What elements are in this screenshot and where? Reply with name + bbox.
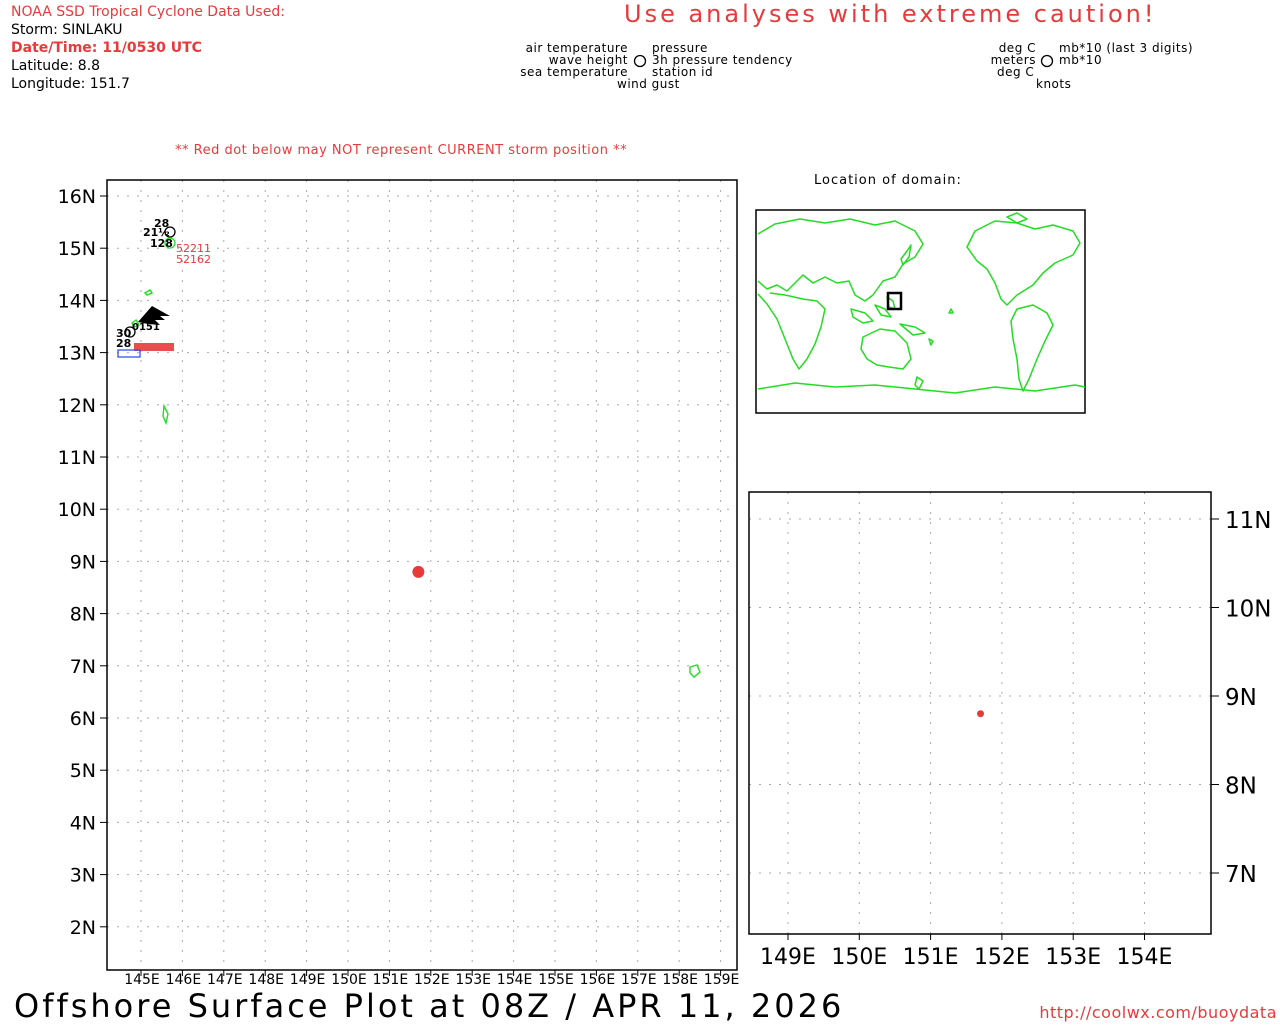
legend-unit-deg-c-bottom: deg C	[997, 65, 1035, 79]
lat-label: 4N	[70, 812, 96, 834]
station-value: 28	[116, 337, 131, 350]
station-id-label: 52162	[176, 253, 211, 266]
lat-label: 8N	[70, 604, 96, 626]
data-source-label: NOAA SSD Tropical Cyclone Data Used:	[11, 4, 285, 20]
storm-name: Storm: SINLAKU	[11, 22, 123, 38]
legend-station-circle-icon	[633, 54, 647, 68]
lon-label: 151E	[903, 945, 959, 970]
lat-label: 11N	[58, 447, 96, 469]
lon-label: 159E	[704, 972, 740, 988]
lon-label: 146E	[166, 972, 202, 988]
lat-label: 14N	[58, 290, 96, 312]
lon-label: 150E	[331, 972, 367, 988]
lon-label: 152E	[974, 945, 1030, 970]
lat-label: 11N	[1225, 508, 1271, 534]
legend-unit-knots: knots	[1036, 77, 1072, 91]
main-map-lat-labels: 16N 15N 14N 13N 12N 11N 10N 9N 8N 7N 6N 5N 4N 3N 2N	[58, 186, 96, 939]
source-url[interactable]: http://coolwx.com/buoydata	[1039, 1003, 1277, 1022]
lon-label: 145E	[124, 972, 160, 988]
zoom-storm-position-dot	[977, 710, 985, 718]
lon-label: 153E	[1045, 945, 1101, 970]
red-dot-note: ** Red dot below may NOT represent CURRE…	[175, 143, 628, 158]
lat-label: 12N	[58, 395, 96, 417]
lat-label: 6N	[70, 708, 96, 730]
caution-banner: Use analyses with extreme caution!	[624, 0, 1157, 28]
station-value: 128	[150, 237, 173, 250]
inset-title: Location of domain:	[814, 173, 962, 188]
lat-label: 16N	[58, 186, 96, 208]
lon-label: 155E	[538, 972, 574, 988]
lat-label: 15N	[58, 238, 96, 260]
station-model-guam: 30 28 0151	[116, 306, 174, 358]
main-map[interactable]: 16N 15N 14N 13N 12N 11N 10N 9N 8N 7N 6N 5N 4N 3N 2N 14…	[0, 170, 745, 990]
lon-label: 156E	[580, 972, 616, 988]
lon-label: 151E	[373, 972, 409, 988]
lat-label: 10N	[58, 499, 96, 521]
lat-label: 7N	[70, 656, 96, 678]
lat-label: 8N	[1225, 774, 1257, 800]
lon-label: 154E	[497, 972, 533, 988]
lat-label: 13N	[58, 343, 96, 365]
lon-label: 149E	[290, 972, 326, 988]
zoom-map-lon-labels: 149E 150E 151E 152E 153E 154E	[760, 945, 1172, 970]
main-map-grid	[100, 180, 737, 976]
land-outline	[131, 289, 701, 678]
lat-label: 7N	[1225, 862, 1257, 888]
station-value: 0151	[132, 322, 160, 333]
lon-label: 153E	[455, 972, 491, 988]
legend-sea-temperature: sea temperature	[520, 65, 628, 79]
legend-wind-gust: wind gust	[617, 77, 680, 91]
lat-label: 9N	[1225, 685, 1257, 711]
legend-unit-circle-icon	[1040, 54, 1054, 68]
lat-label: 2N	[70, 917, 96, 939]
lat-label: 3N	[70, 865, 96, 887]
lon-label: 157E	[621, 972, 657, 988]
main-map-lon-labels: 145E 146E 147E 148E 149E 150E 151E 152E 153E 154E…	[124, 972, 739, 988]
station-model-saipan: 28 21½ 128 52211 52162	[143, 217, 211, 266]
lon-label: 154E	[1117, 945, 1173, 970]
storm-datetime: Date/Time: 11/0530 UTC	[11, 40, 202, 56]
buoy-overlap	[117, 349, 141, 358]
inset-world-map[interactable]	[755, 209, 1087, 415]
lon-label: 150E	[831, 945, 887, 970]
legend-unit-mb10: mb*10	[1059, 53, 1103, 67]
zoom-map[interactable]: 11N 10N 9N 8N 7N 149E 150E 151E 152E 153E 154E	[745, 488, 1280, 978]
lat-label: 9N	[70, 551, 96, 573]
lon-label: 149E	[760, 945, 816, 970]
lat-label: 5N	[70, 760, 96, 782]
lat-label: 10N	[1225, 597, 1271, 623]
zoom-map-grid	[749, 492, 1219, 940]
storm-latitude: Latitude: 8.8	[11, 58, 101, 74]
lon-label: 147E	[207, 972, 243, 988]
zoom-map-lat-labels: 11N 10N 9N 8N 7N	[1225, 508, 1271, 888]
storm-longitude: Longitude: 151.7	[11, 76, 130, 92]
lon-label: 152E	[414, 972, 450, 988]
lon-label: 148E	[248, 972, 284, 988]
storm-position-dot	[412, 565, 425, 578]
plot-title: Offshore Surface Plot at 08Z / APR 11, 2…	[14, 987, 845, 1025]
lon-label: 158E	[662, 972, 698, 988]
